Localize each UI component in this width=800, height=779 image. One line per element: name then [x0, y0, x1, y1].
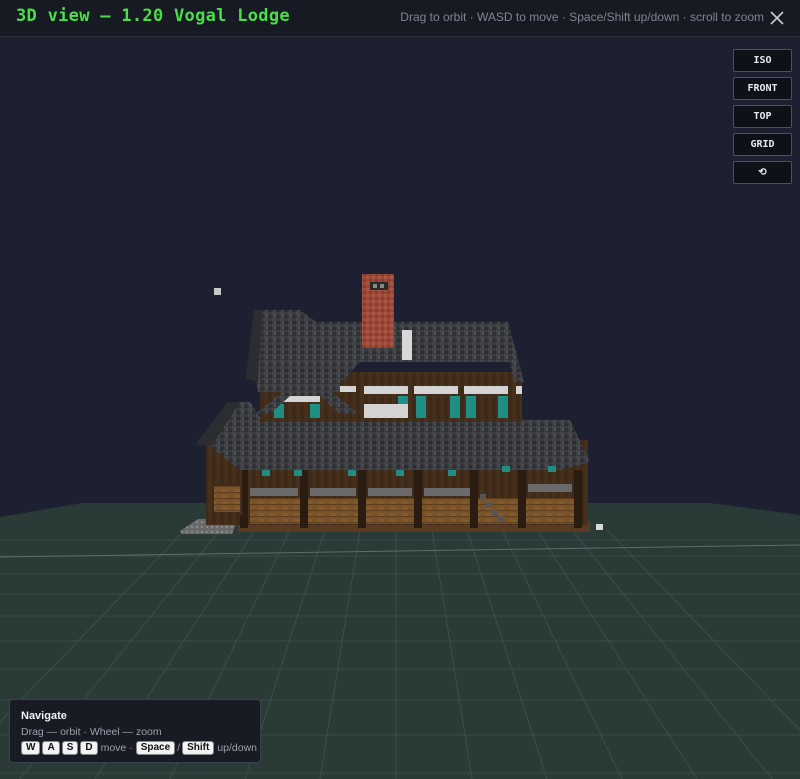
view-controls: ISO FRONT TOP GRID ⟲ [733, 49, 792, 189]
navigate-mouse-help: Drag — orbit · Wheel — zoom [21, 726, 162, 738]
move-label: move · [100, 742, 133, 754]
key-w: W [21, 741, 41, 755]
controls-hint: Drag to orbit · WASD to move · Space/Shi… [400, 10, 764, 24]
snow-block [596, 524, 603, 530]
3d-canvas[interactable] [0, 37, 800, 779]
key-d: D [80, 741, 98, 755]
navigate-key-help: W A S D move · Space / Shift up/down [21, 741, 257, 755]
navigate-panel: Navigate Drag — orbit · Wheel — zoom W A… [9, 699, 261, 763]
reset-icon: ⟲ [758, 167, 767, 178]
page-title: 3D view — 1.20 Vogal Lodge [16, 6, 290, 26]
key-s: S [61, 741, 79, 755]
reset-view-button[interactable]: ⟲ [733, 161, 792, 184]
navigate-title: Navigate [21, 710, 67, 722]
3d-viewer-window: 3D view — 1.20 Vogal Lodge Drag to orbit… [0, 0, 800, 779]
key-space: Space [135, 741, 176, 755]
grid-toggle-button[interactable]: GRID [733, 133, 792, 156]
front-view-button[interactable]: FRONT [733, 77, 792, 100]
key-slash: / [177, 742, 181, 754]
iso-view-button[interactable]: ISO [733, 49, 792, 72]
close-button[interactable] [768, 9, 786, 27]
close-icon [770, 11, 784, 25]
key-shift: Shift [182, 741, 215, 755]
updown-label: up/down [217, 742, 257, 754]
key-a: A [42, 741, 60, 755]
roof-snow [402, 330, 412, 360]
header-bar: 3D view — 1.20 Vogal Lodge Drag to orbit… [0, 0, 800, 37]
floating-block [214, 288, 221, 295]
top-view-button[interactable]: TOP [733, 105, 792, 128]
